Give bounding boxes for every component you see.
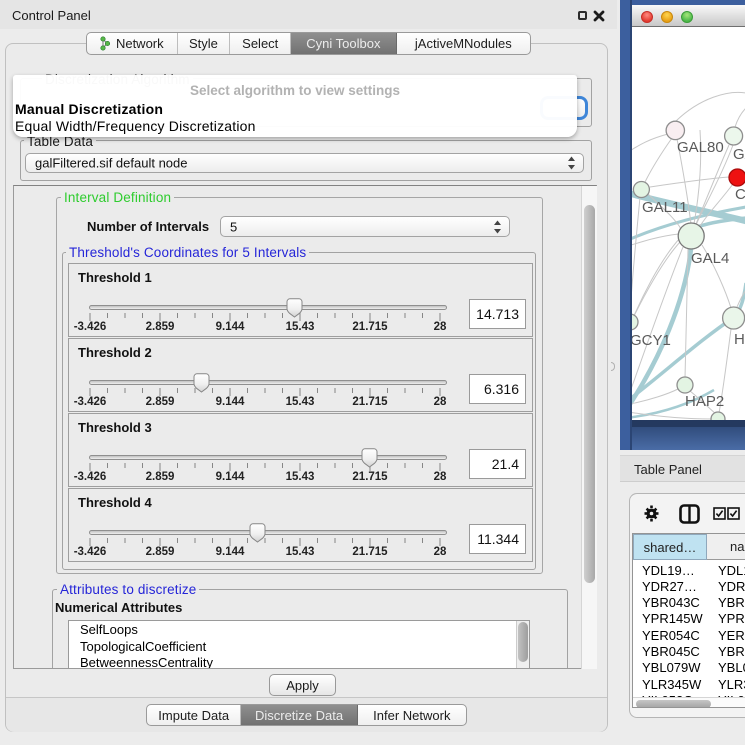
svg-text:H: H <box>734 331 745 348</box>
svg-text:HAP2: HAP2 <box>685 393 724 410</box>
svg-text:GA: GA <box>733 146 745 163</box>
svg-text:GAL80: GAL80 <box>677 139 724 156</box>
svg-text:GAL4: GAL4 <box>691 250 729 267</box>
svg-text:GCY1: GCY1 <box>632 332 671 349</box>
svg-text:GAL11: GAL11 <box>642 199 688 216</box>
svg-text:C: C <box>735 186 745 203</box>
